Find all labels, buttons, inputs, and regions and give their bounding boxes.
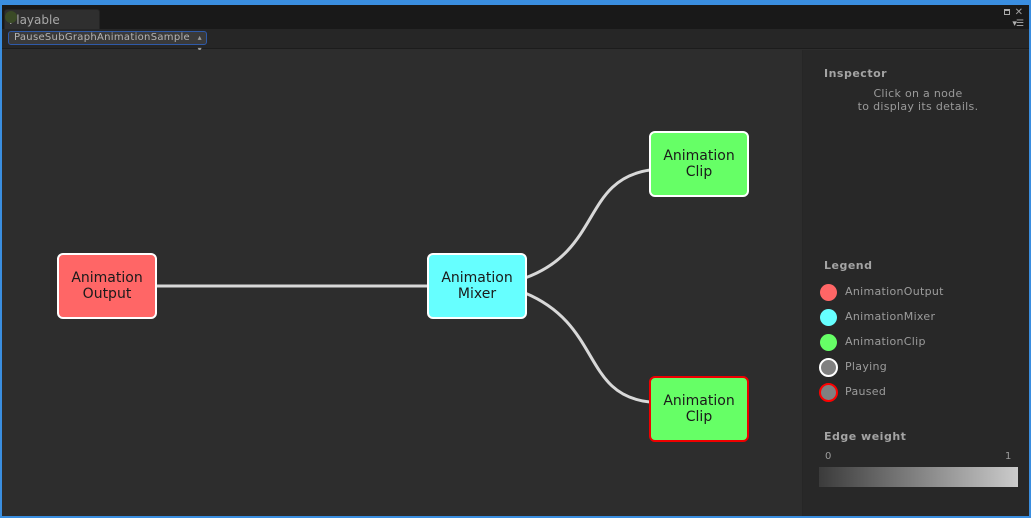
legend-label: AnimationClip (845, 335, 926, 348)
toolbar: PauseSubGraphAnimationSample ▴▾ (2, 29, 1029, 54)
edge-weight-gradient (819, 467, 1018, 487)
legend-item-playing: Playing (819, 358, 1020, 377)
edge-weight-title: Edge weight (824, 430, 907, 443)
node-label-line1: Animation (663, 148, 735, 164)
legend-label: Playing (845, 360, 888, 373)
animation-clip-swatch-icon (820, 334, 837, 351)
edge-weight-max-label: 1 (1005, 451, 1012, 462)
tab-status-dot-icon (5, 11, 17, 23)
node-animation-clip-paused[interactable]: Animation Clip (649, 376, 749, 442)
window-controls: ✕ (1003, 7, 1023, 18)
node-label-line2: Output (82, 286, 132, 302)
tab-playable-graph[interactable]: Playable Graph (4, 9, 100, 47)
legend-item-animation-output: AnimationOutput (820, 283, 1020, 301)
animation-output-swatch-icon (820, 284, 837, 301)
legend-item-animation-clip: AnimationClip (820, 333, 1020, 351)
edge-mixer-clip1 (524, 168, 651, 280)
graph-selector-value: PauseSubGraphAnimationSample (14, 32, 190, 43)
node-label-line1: Animation (71, 270, 143, 286)
inspector-title: Inspector (824, 67, 888, 80)
title-bar: Playable Graph ✕ ▾☰ (2, 5, 1029, 47)
legend-label: Paused (845, 385, 887, 398)
node-label-line2: Clip (685, 164, 713, 180)
node-animation-output[interactable]: Animation Output (57, 253, 157, 319)
side-panel: Inspector Click on a node to display its… (802, 50, 1029, 516)
close-icon[interactable]: ✕ (1015, 7, 1023, 18)
node-label-line2: Mixer (457, 286, 497, 302)
inspector-message-line2: to display its details. (857, 100, 979, 113)
edge-mixer-clip2 (524, 291, 651, 404)
node-animation-mixer[interactable]: Animation Mixer (427, 253, 527, 319)
legend-label: AnimationOutput (845, 285, 944, 298)
node-label-line2: Clip (685, 409, 713, 425)
legend-label: AnimationMixer (845, 310, 936, 323)
node-label-line1: Animation (663, 393, 735, 409)
menu-icon[interactable]: ▾☰ (1012, 19, 1024, 29)
playing-swatch-icon (819, 358, 838, 377)
graph-canvas[interactable]: Animation Output Animation Mixer Animati… (2, 50, 802, 516)
paused-swatch-icon (819, 383, 838, 402)
maximize-icon[interactable] (1003, 9, 1010, 15)
node-animation-clip-playing[interactable]: Animation Clip (649, 131, 749, 197)
legend-title: Legend (824, 259, 873, 272)
edge-weight-min-label: 0 (825, 451, 832, 462)
inspector-message-line1: Click on a node (873, 87, 963, 100)
node-label-line1: Animation (441, 270, 513, 286)
legend-item-paused: Paused (819, 383, 1020, 402)
playable-graph-window: Playable Graph ✕ ▾☰ PauseSubGraphAnimati… (0, 0, 1031, 518)
legend-item-animation-mixer: AnimationMixer (820, 308, 1020, 326)
graph-selector-dropdown[interactable]: PauseSubGraphAnimationSample ▴▾ (8, 31, 207, 54)
animation-mixer-swatch-icon (820, 309, 837, 326)
inspector-message: Click on a node to display its details. (823, 87, 1013, 113)
